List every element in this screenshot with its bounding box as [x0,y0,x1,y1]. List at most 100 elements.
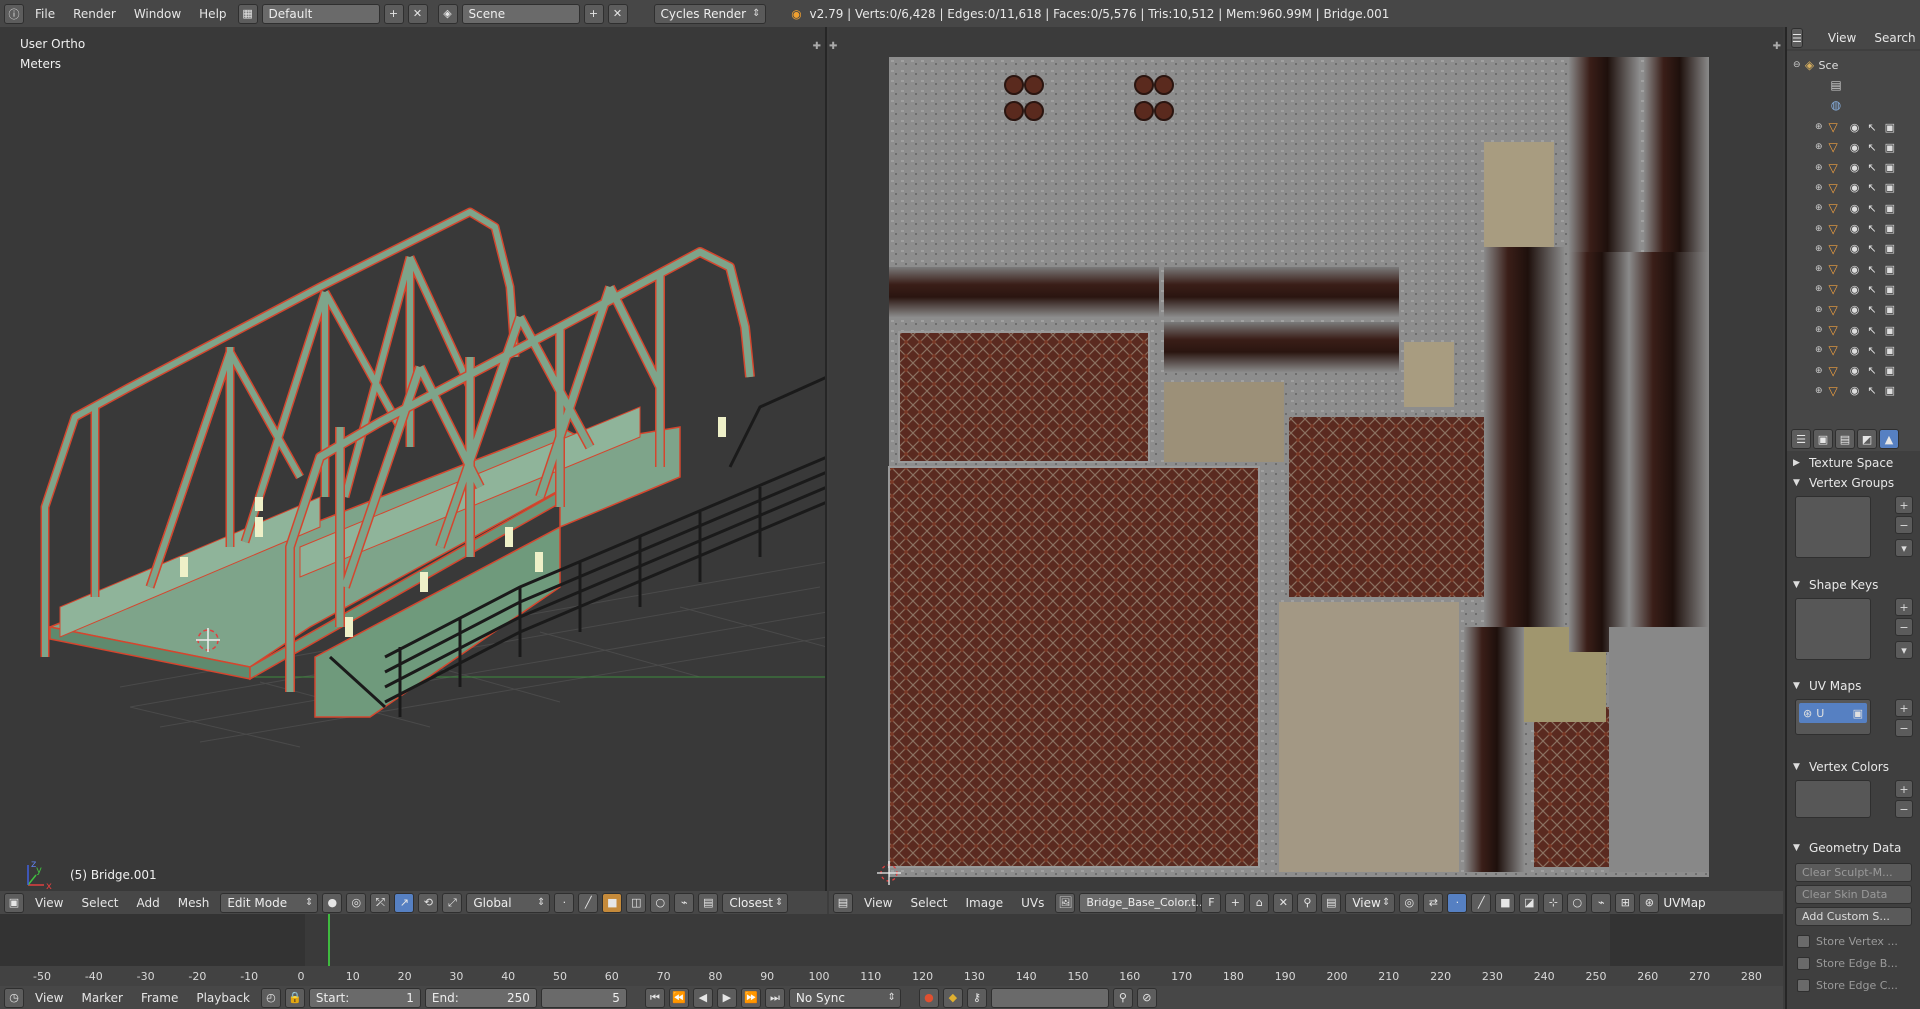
current-frame-field[interactable]: 5 [540,987,627,1008]
add-uv-map-button[interactable]: + [1895,699,1913,717]
scene-field[interactable]: Scene [461,3,580,24]
sync-mode-select[interactable]: No Sync [788,987,901,1008]
outliner-object-row[interactable]: ⊕ ▽ ◉ ↖ ▣ [1787,381,1920,401]
keying-set-field-icon[interactable]: ⚷ [966,987,987,1008]
snap-toggle-icon[interactable]: ⌁ [674,892,695,913]
add-vertex-group-button[interactable]: + [1895,496,1913,514]
end-frame-field[interactable]: End: 250 [424,987,537,1008]
visibility-eye-icon[interactable]: ◉ [1850,242,1860,255]
outliner-menu-view[interactable]: View [1821,31,1863,45]
uv-menu-image[interactable]: Image [959,896,1011,910]
delete-keyframe-icon[interactable]: ⊘ [1136,987,1157,1008]
selectable-arrow-icon[interactable]: ↖ [1867,263,1876,276]
uv-map-render-icon[interactable]: ▣ [1853,707,1863,720]
snap-element-icon[interactable]: ▤ [698,892,719,913]
visibility-eye-icon[interactable]: ◉ [1850,344,1860,357]
uv-sticky-mode-icon[interactable]: ⊹ [1543,892,1564,913]
store-edge-bevel-checkbox[interactable]: Store Edge B... [1797,957,1898,970]
menu-file[interactable]: File [28,7,62,21]
visibility-eye-icon[interactable]: ◉ [1850,141,1860,154]
renderable-camera-icon[interactable]: ▣ [1885,141,1895,154]
jump-keyframe-back-icon[interactable]: ⏪ [668,987,689,1008]
vertex-groups-list[interactable] [1795,496,1871,558]
fake-user-button[interactable]: F [1201,892,1222,913]
outliner-render-layer-row[interactable]: ▤ [1787,75,1920,95]
render-engine-select[interactable]: Cycles Render [653,3,766,24]
outliner-tree[interactable]: ⊖ ◈ Sce ▤ ◍ ⊕ ▽ ◉ ↖ ▣ ⊕ ▽ ◉ ↖ ▣ ⊕ ▽ ◉ ↖ ▣ ⊕ ▽ ◉ ↖ ▣ ⊕ ▽ ◉ ↖ ▣ ⊕ ▽ ◉… [1787,51,1920,439]
info-editor-type-icon[interactable]: ⓘ [4,3,24,24]
selectable-arrow-icon[interactable]: ↖ [1867,344,1876,357]
uv-menu-uvs[interactable]: UVs [1014,896,1051,910]
panel-uv-maps[interactable]: ▼ UV Maps [1793,676,1918,696]
uv-editor-type-icon[interactable]: ▤ [833,892,853,913]
selectable-arrow-icon[interactable]: ↖ [1867,121,1876,134]
expand-icon[interactable]: ⊕ [1815,264,1823,274]
expand-icon[interactable]: ⊕ [1815,224,1823,234]
translate-manipulator-icon[interactable]: ↗ [394,892,415,913]
panel-shape-keys[interactable]: ▼ Shape Keys [1793,575,1918,595]
snap-target-select[interactable]: Closest [722,892,789,913]
renderable-camera-icon[interactable]: ▣ [1885,161,1895,174]
outliner-object-row[interactable]: ⊕ ▽ ◉ ↖ ▣ [1787,198,1920,218]
active-uv-map-label[interactable]: UVMap [1663,896,1705,910]
data-tab-icon[interactable]: ▲ [1879,429,1899,449]
uv-sync-icon[interactable]: ⇄ [1423,892,1444,913]
selectable-arrow-icon[interactable]: ↖ [1867,202,1876,215]
visibility-eye-icon[interactable]: ◉ [1850,283,1860,296]
renderable-camera-icon[interactable]: ▣ [1885,222,1895,235]
outliner-editor-type-icon[interactable]: ☰ [1791,28,1803,48]
selectable-arrow-icon[interactable]: ↖ [1867,181,1876,194]
proportional-edit-icon[interactable]: ○ [650,892,671,913]
renderable-camera-icon[interactable]: ▣ [1885,344,1895,357]
render-tab-icon[interactable]: ▣ [1813,429,1833,449]
uv-proportional-icon[interactable]: ○ [1567,892,1588,913]
remove-uv-map-button[interactable]: − [1895,719,1913,737]
expand-icon[interactable]: ⊕ [1815,386,1823,396]
renderable-camera-icon[interactable]: ▣ [1885,303,1895,316]
scene-icon[interactable]: ◈ [437,3,458,24]
object-tab-icon[interactable]: ◩ [1857,429,1877,449]
properties-editor-type-icon[interactable]: ☰ [1791,429,1811,449]
keying-set-field[interactable] [990,987,1109,1008]
renderable-camera-icon[interactable]: ▣ [1885,121,1895,134]
timeline-menu-playback[interactable]: Playback [189,991,257,1005]
selectable-arrow-icon[interactable]: ↖ [1867,222,1876,235]
play-icon[interactable]: ▶ [716,987,737,1008]
expand-icon[interactable]: ⊕ [1815,163,1823,173]
new-image-button[interactable]: + [1225,892,1246,913]
viewport-shading-icon[interactable]: ● [322,892,343,913]
add-scene-button[interactable]: + [583,3,604,24]
timeline-menu-frame[interactable]: Frame [134,991,185,1005]
viewport-menu-add[interactable]: Add [130,896,167,910]
timeline-menu-view[interactable]: View [28,991,70,1005]
outliner-object-row[interactable]: ⊕ ▽ ◉ ↖ ▣ [1787,137,1920,157]
limit-selection-icon[interactable]: ◫ [626,892,647,913]
remove-scene-button[interactable]: ✕ [607,3,628,24]
viewport-menu-view[interactable]: View [28,896,70,910]
expand-icon[interactable]: ⊕ [1815,244,1823,254]
lock-range-icon[interactable]: 🔒 [284,987,305,1008]
selectable-arrow-icon[interactable]: ↖ [1867,161,1876,174]
jump-start-icon[interactable]: ⏮ [644,987,665,1008]
visibility-eye-icon[interactable]: ◉ [1850,121,1860,134]
auto-keying-icon[interactable]: ● [918,987,939,1008]
outliner-world-row[interactable]: ◍ [1787,95,1920,115]
outliner-object-row[interactable]: ⊕ ▽ ◉ ↖ ▣ [1787,300,1920,320]
outliner-object-row[interactable]: ⊕ ▽ ◉ ↖ ▣ [1787,259,1920,279]
outliner-object-row[interactable]: ⊕ ▽ ◉ ↖ ▣ [1787,239,1920,259]
3d-viewport[interactable]: User Ortho Meters (5) Bridge.001 ✚ x y z [0,27,827,891]
keying-set-icon[interactable]: ◆ [942,987,963,1008]
image-name-field[interactable]: Bridge_Base_Color.t... [1079,892,1206,913]
renderable-camera-icon[interactable]: ▣ [1885,384,1895,397]
selectable-arrow-icon[interactable]: ↖ [1867,324,1876,337]
shape-keys-list[interactable] [1795,598,1871,660]
unlink-image-button[interactable]: ✕ [1273,892,1294,913]
renderable-camera-icon[interactable]: ▣ [1885,242,1895,255]
renderable-camera-icon[interactable]: ▣ [1885,202,1895,215]
selectable-arrow-icon[interactable]: ↖ [1867,141,1876,154]
expand-icon[interactable]: ⊕ [1815,345,1823,355]
uv-snap-element-icon[interactable]: ⊞ [1615,892,1636,913]
vertex-group-specials-button[interactable]: ▾ [1895,539,1913,557]
selectable-arrow-icon[interactable]: ↖ [1867,283,1876,296]
outliner-scene-row[interactable]: ⊖ ◈ Sce [1787,55,1920,75]
